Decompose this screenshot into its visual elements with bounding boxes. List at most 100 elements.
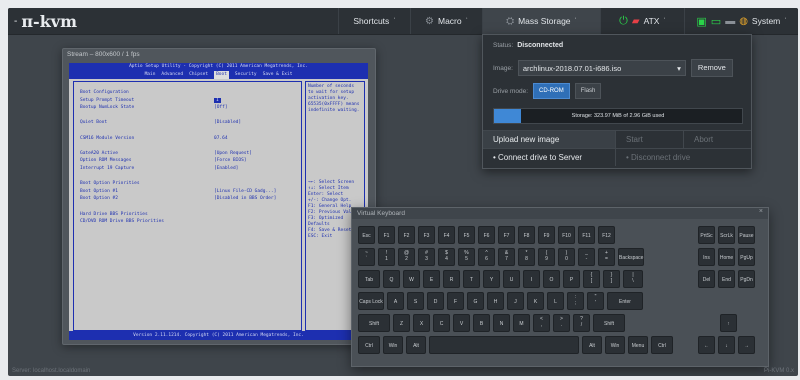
menu-system[interactable]: ▣ ▭ ▬ ◍ System ʾ [684, 8, 798, 34]
keyboard-key[interactable]: P [563, 270, 580, 288]
disconnect-drive-button[interactable]: • Disconnect drive [615, 148, 751, 166]
keyboard-key[interactable]: <, [533, 314, 550, 332]
bios-setting-value[interactable]: [Disabled] [214, 120, 241, 125]
keyboard-key[interactable]: F4 [438, 226, 455, 244]
menu-shortcuts[interactable]: Shortcuts ʾ [338, 8, 410, 34]
keyboard-key[interactable]: Alt [582, 336, 602, 354]
keyboard-key[interactable]: Backspace [618, 248, 644, 266]
keyboard-key[interactable]: Ctrl [651, 336, 673, 354]
menu-mass-storage[interactable]: ⛭ Mass Storage ʾ [482, 8, 600, 34]
keyboard-key[interactable]: Shift [593, 314, 625, 332]
flash-mode-button[interactable]: Flash [574, 83, 602, 99]
keyboard-key[interactable]: Win [605, 336, 625, 354]
keyboard-key[interactable]: PgUp [738, 248, 755, 266]
menu-macro[interactable]: ⚙ Macro ʾ [410, 8, 482, 34]
keyboard-key[interactable]: L [547, 292, 564, 310]
keyboard-key[interactable]: Menu [628, 336, 648, 354]
keyboard-key[interactable]: _ - [578, 248, 595, 266]
keyboard-key[interactable]: @2 [398, 248, 415, 266]
keyboard-key[interactable]: D [427, 292, 444, 310]
remove-button[interactable]: Remove [690, 59, 733, 77]
bios-tab[interactable]: Security [235, 71, 257, 79]
bios-setting-value[interactable]: 07.64 [214, 136, 228, 141]
keyboard-key[interactable]: & 7 [498, 248, 515, 266]
bios-tab[interactable]: Boot [214, 71, 229, 79]
keyboard-key[interactable]: Del [698, 270, 715, 288]
bios-setting-value[interactable]: 1 [214, 97, 221, 103]
keyboard-key[interactable]: F7 [498, 226, 515, 244]
bios-tab[interactable]: Main [145, 71, 156, 79]
keyboard-key[interactable]: Enter [607, 292, 643, 310]
keyboard-key[interactable]: Home [718, 248, 735, 266]
keyboard-key[interactable]: S [407, 292, 424, 310]
keyboard-key[interactable]: G [467, 292, 484, 310]
keyboard-key[interactable]: E [423, 270, 440, 288]
bios-setting-value[interactable]: [Upon Request] [214, 151, 252, 156]
keyboard-key[interactable]: + = [598, 248, 615, 266]
keyboard-key[interactable]: Esc [358, 226, 375, 244]
bios-setting-value[interactable]: [Off] [214, 105, 228, 110]
keyboard-key[interactable]: Ins [698, 248, 715, 266]
keyboard-key[interactable]: F12 [598, 226, 615, 244]
keyboard-key[interactable]: J [507, 292, 524, 310]
cdrom-mode-button[interactable]: CD-ROM [533, 83, 570, 99]
keyboard-key[interactable]: Alt [406, 336, 426, 354]
menu-atx[interactable]: ⏻ ▰ ATX ʾ [600, 8, 684, 34]
keyboard-key[interactable]: Win [383, 336, 403, 354]
keyboard-key[interactable]: ↑ [720, 314, 737, 332]
keyboard-key[interactable]: C [433, 314, 450, 332]
keyboard-key[interactable]: ) 0 [558, 248, 575, 266]
keyboard-key[interactable]: ^ 6 [478, 248, 495, 266]
keyboard-key[interactable]: ScrLk [718, 226, 735, 244]
keyboard-key[interactable]: A [387, 292, 404, 310]
keyboard-key[interactable]: V [453, 314, 470, 332]
keyboard-key[interactable]: ~ ` [358, 248, 375, 266]
keyboard-key[interactable] [429, 336, 579, 354]
bios-tab[interactable]: Save & Exit [263, 71, 293, 79]
bios-tab[interactable]: Chipset [189, 71, 208, 79]
keyboard-key[interactable]: R [443, 270, 460, 288]
keyboard-key[interactable]: * 8 [518, 248, 535, 266]
keyboard-key[interactable]: ? / [573, 314, 590, 332]
keyboard-key[interactable]: PrtSc [698, 226, 715, 244]
keyboard-key[interactable]: ! 1 [378, 248, 395, 266]
keyboard-key[interactable]: :; [567, 292, 584, 310]
keyboard-key[interactable]: Tab [358, 270, 380, 288]
close-icon[interactable]: × [759, 208, 763, 215]
keyboard-key[interactable]: }] [603, 270, 620, 288]
keyboard-key[interactable]: $4 [438, 248, 455, 266]
keyboard-key[interactable]: F10 [558, 226, 575, 244]
keyboard-key[interactable]: F9 [538, 226, 555, 244]
keyboard-key[interactable]: Pause [738, 226, 755, 244]
keyboard-key[interactable]: " ' [587, 292, 604, 310]
keyboard-key[interactable]: F6 [478, 226, 495, 244]
keyboard-key[interactable]: U [503, 270, 520, 288]
keyboard-key[interactable]: X [413, 314, 430, 332]
keyboard-key[interactable]: #3 [418, 248, 435, 266]
bios-setting-value[interactable]: [Disabled in BBS Order] [214, 196, 276, 201]
keyboard-key[interactable]: I [523, 270, 540, 288]
bios-tab[interactable]: Advanced [161, 71, 183, 79]
keyboard-key[interactable]: W [403, 270, 420, 288]
keyboard-key[interactable]: | \ [623, 270, 643, 288]
stream-window[interactable]: Stream – 800x600 / 1 fps Aptio Setup Uti… [62, 48, 376, 345]
keyboard-key[interactable]: F8 [518, 226, 535, 244]
keyboard-key[interactable]: F1 [378, 226, 395, 244]
keyboard-key[interactable]: N [493, 314, 510, 332]
keyboard-key[interactable]: O [543, 270, 560, 288]
keyboard-key[interactable]: K [527, 292, 544, 310]
keyboard-key[interactable]: Z [393, 314, 410, 332]
keyboard-key[interactable]: Shift [358, 314, 390, 332]
keyboard-key[interactable]: F11 [578, 226, 595, 244]
keyboard-key[interactable]: {[ [583, 270, 600, 288]
keyboard-key[interactable]: B [473, 314, 490, 332]
bios-setting-value[interactable]: [Enabled] [214, 166, 238, 171]
virtual-keyboard-window[interactable]: Virtual Keyboard × Esc F1 F2 F3 F4 F5 F6 F7 F8 F9… [351, 207, 769, 367]
keyboard-key[interactable]: End [718, 270, 735, 288]
abort-upload-button[interactable]: Abort [683, 130, 751, 148]
keyboard-key[interactable]: ↓ [718, 336, 735, 354]
keyboard-key[interactable]: → [738, 336, 755, 354]
keyboard-key[interactable]: F2 [398, 226, 415, 244]
keyboard-key[interactable]: F5 [458, 226, 475, 244]
bios-setting-value[interactable]: [Force BIOS] [214, 158, 247, 163]
